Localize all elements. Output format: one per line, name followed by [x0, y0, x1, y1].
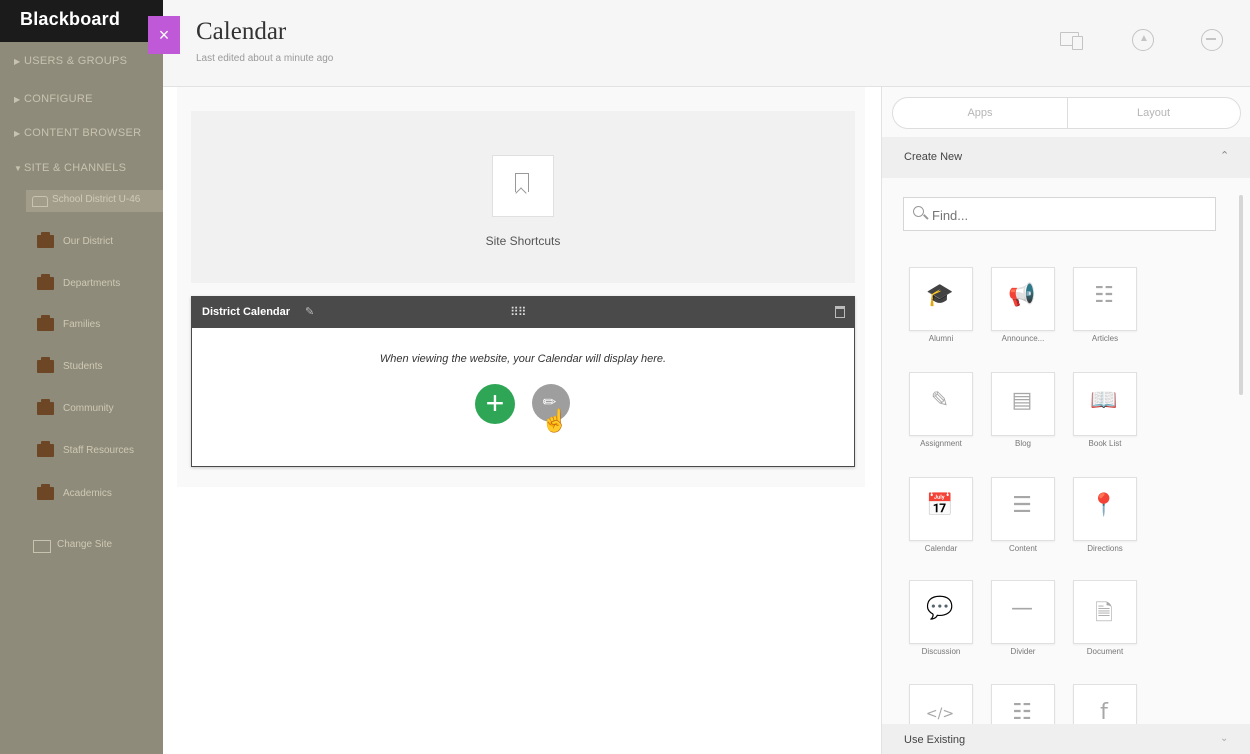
sidebar-section-content-browser[interactable]: ▶ CONTENT BROWSER	[14, 127, 141, 139]
school-icon	[32, 196, 48, 207]
search-input[interactable]	[930, 205, 1204, 225]
more-options-icon[interactable]	[1200, 28, 1224, 52]
book-icon: 📖	[1090, 388, 1118, 413]
code-icon: </>	[925, 706, 955, 722]
document-icon: 🗎	[1095, 601, 1113, 626]
page-title: Calendar	[196, 18, 287, 45]
left-sidebar: Blackboard ▶ USERS & GROUPS ▶ CONFIGURE ▶ C…	[0, 0, 163, 754]
publish-icon[interactable]: ▲	[1131, 28, 1155, 52]
brand-bar: Blackboard	[0, 0, 163, 42]
drag-handle-icon[interactable]: ⠿⠿	[510, 305, 527, 319]
site-shortcuts-label: Site Shortcuts	[485, 234, 561, 248]
calendar-widget-title[interactable]: District Calendar	[202, 306, 290, 318]
calendar-icon: 📅	[926, 493, 954, 518]
sidebar-section-users-groups[interactable]: ▶ USERS & GROUPS	[14, 55, 127, 67]
add-button[interactable]: +	[475, 384, 515, 424]
calendar-widget-toolbar: District Calendar ✎ ⠿⠿	[192, 297, 854, 328]
brand-logo[interactable]: Blackboard	[20, 9, 120, 30]
find-app-search[interactable]	[903, 197, 1216, 231]
panel-scrollbar[interactable]	[1237, 185, 1245, 719]
search-icon	[913, 206, 924, 217]
sidebar-section-site-channels[interactable]: ▼ SITE & CHANNELS	[14, 162, 126, 174]
folder-icon	[37, 232, 54, 248]
pencil-icon[interactable]: ✎	[305, 305, 314, 318]
map-pin-icon: 📍	[1090, 493, 1118, 518]
megaphone-icon: 📢	[1008, 283, 1036, 308]
editor-header: Calendar Last edited about a minute ago …	[163, 0, 1250, 87]
site-shortcuts-tile[interactable]	[492, 155, 554, 217]
tab-apps[interactable]: Apps	[893, 98, 1068, 128]
change-site-icon	[33, 540, 51, 553]
calendar-widget: District Calendar ✎ ⠿⠿ When viewing the …	[191, 296, 855, 467]
calendar-placeholder-message: When viewing the website, your Calendar …	[379, 353, 667, 365]
divider-line-icon: —	[1011, 596, 1033, 621]
hand-cursor-icon: ☝	[541, 408, 569, 433]
folder-icon	[37, 274, 54, 290]
articles-icon: ☷	[1094, 283, 1114, 308]
folder-icon	[37, 484, 54, 500]
bookmark-icon	[515, 173, 529, 192]
blog-icon: ▤	[1011, 388, 1033, 413]
content-lines-icon: ☰	[1012, 493, 1032, 518]
device-preview-icon[interactable]	[1060, 28, 1084, 52]
facebook-icon: f	[1100, 700, 1108, 725]
form-icon: ☷	[1012, 700, 1032, 725]
graduation-cap-icon: 🎓	[926, 283, 954, 308]
panel-tabs: Apps Layout	[892, 97, 1241, 129]
last-edited-text: Last edited about a minute ago	[196, 53, 334, 64]
close-editor-button[interactable]: ×	[148, 16, 180, 54]
tab-layout[interactable]: Layout	[1067, 98, 1240, 128]
use-existing-header[interactable]: Use Existing ⌄	[882, 724, 1250, 754]
sidebar-section-configure[interactable]: ▶ CONFIGURE	[14, 93, 93, 105]
discussion-bubbles-icon: 💬	[926, 596, 954, 621]
chevron-up-icon: ⌃	[1220, 150, 1230, 162]
chevron-down-icon: ⌄	[1220, 733, 1229, 744]
folder-icon	[37, 315, 54, 331]
folder-icon	[37, 441, 54, 457]
site-shortcuts-region[interactable]: Site Shortcuts	[191, 111, 855, 283]
folder-icon	[37, 357, 54, 373]
folder-icon	[37, 399, 54, 415]
assignment-icon: ✎	[930, 388, 950, 413]
sidebar-current-site[interactable]: School District U-46	[26, 190, 163, 212]
create-new-header[interactable]: Create New ⌃	[882, 137, 1250, 178]
trash-icon[interactable]	[835, 306, 845, 318]
apps-panel: Apps Layout Create New ⌃ 🎓 Alumni 📢 Anno…	[881, 87, 1250, 754]
